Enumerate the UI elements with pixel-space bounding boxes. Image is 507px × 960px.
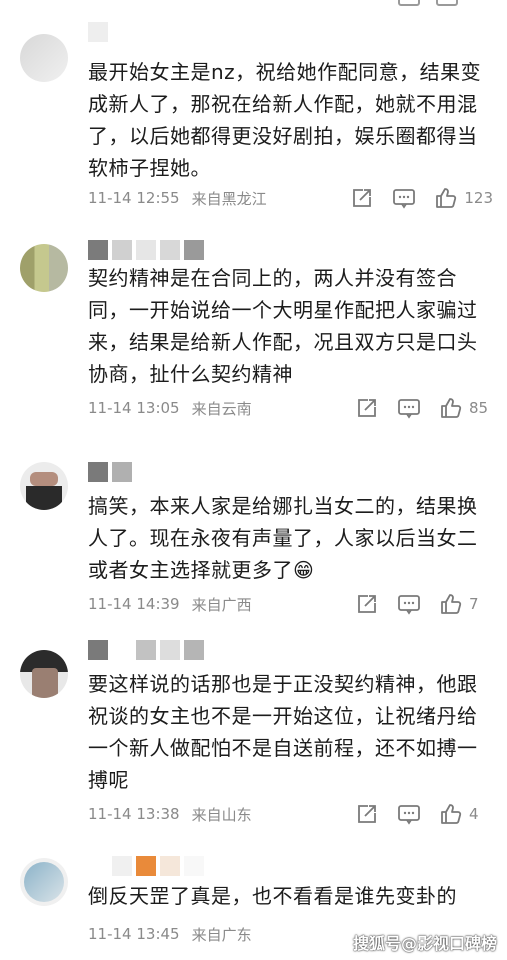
comment-text: 倒反天罡了真是，也不看看是谁先变卦的 bbox=[88, 884, 457, 908]
comment-text: 最开始女主是nz，祝给她作配同意，结果变成新人了，那祝在给新人作配，她就不用混了… bbox=[88, 60, 482, 180]
username-redacted[interactable] bbox=[88, 640, 204, 660]
avatar[interactable] bbox=[20, 462, 68, 510]
avatar[interactable] bbox=[20, 34, 68, 82]
avatar[interactable] bbox=[20, 244, 68, 292]
username-redacted[interactable] bbox=[88, 240, 204, 260]
comment-time: 11-14 13:05 bbox=[88, 399, 180, 417]
comment-time: 11-14 13:45 bbox=[88, 925, 180, 943]
like-icon[interactable] bbox=[439, 802, 463, 826]
like-icon[interactable] bbox=[434, 186, 458, 210]
comment-icon[interactable] bbox=[397, 396, 421, 420]
comment-text: 搞笑，本来人家是给娜扎当女二的，结果换人了。现在永夜有声量了，人家以后当女二或者… bbox=[88, 494, 478, 582]
like-count: 85 bbox=[469, 399, 489, 417]
like-count: 4 bbox=[469, 805, 479, 823]
username-redacted[interactable] bbox=[88, 462, 132, 482]
like-icon[interactable] bbox=[439, 396, 463, 420]
comment-text: 契约精神是在合同上的，两人并没有签合同，一开始说给一个大明星作配把人家骗过来，结… bbox=[88, 266, 478, 386]
comment-meta: 11-14 13:38 来自山东 4 bbox=[88, 802, 493, 826]
watermark: 搜狐号@影视口碑榜 bbox=[352, 934, 497, 953]
share-icon[interactable] bbox=[355, 802, 379, 826]
comment-location: 来自广东 bbox=[191, 925, 252, 944]
comment-meta: 11-14 13:05 来自云南 85 bbox=[88, 396, 493, 420]
comment-location: 来自云南 bbox=[191, 399, 252, 418]
comment-icon[interactable] bbox=[397, 802, 421, 826]
comment-time: 11-14 14:39 bbox=[88, 595, 180, 613]
username-redacted[interactable] bbox=[88, 22, 108, 42]
comment-location: 来自广西 bbox=[191, 595, 252, 614]
previous-comment-meta bbox=[0, 0, 507, 10]
avatar[interactable] bbox=[20, 858, 68, 906]
comment-icon[interactable] bbox=[392, 186, 416, 210]
comment-time: 11-14 12:55 bbox=[88, 189, 180, 207]
comment-time: 11-14 13:38 bbox=[88, 805, 180, 823]
comment-location: 来自黑龙江 bbox=[191, 189, 267, 208]
like-count: 7 bbox=[469, 595, 479, 613]
like-count: 123 bbox=[464, 189, 493, 207]
comment-icon[interactable] bbox=[398, 0, 420, 6]
username-redacted[interactable] bbox=[88, 856, 204, 876]
comment-meta: 11-14 12:55 来自黑龙江 123 bbox=[88, 186, 493, 210]
share-icon[interactable] bbox=[355, 396, 379, 420]
comment-icon[interactable] bbox=[397, 592, 421, 616]
comment-location: 来自山东 bbox=[191, 805, 252, 824]
like-icon[interactable] bbox=[436, 0, 458, 6]
share-icon[interactable] bbox=[350, 186, 374, 210]
like-icon[interactable] bbox=[439, 592, 463, 616]
comment-meta: 11-14 14:39 来自广西 7 bbox=[88, 592, 493, 616]
share-icon[interactable] bbox=[355, 592, 379, 616]
comment-text: 要这样说的话那也是于正没契约精神，他跟祝谈的女主也不是一开始这位，让祝绪丹给一个… bbox=[88, 672, 478, 792]
avatar[interactable] bbox=[20, 650, 68, 698]
